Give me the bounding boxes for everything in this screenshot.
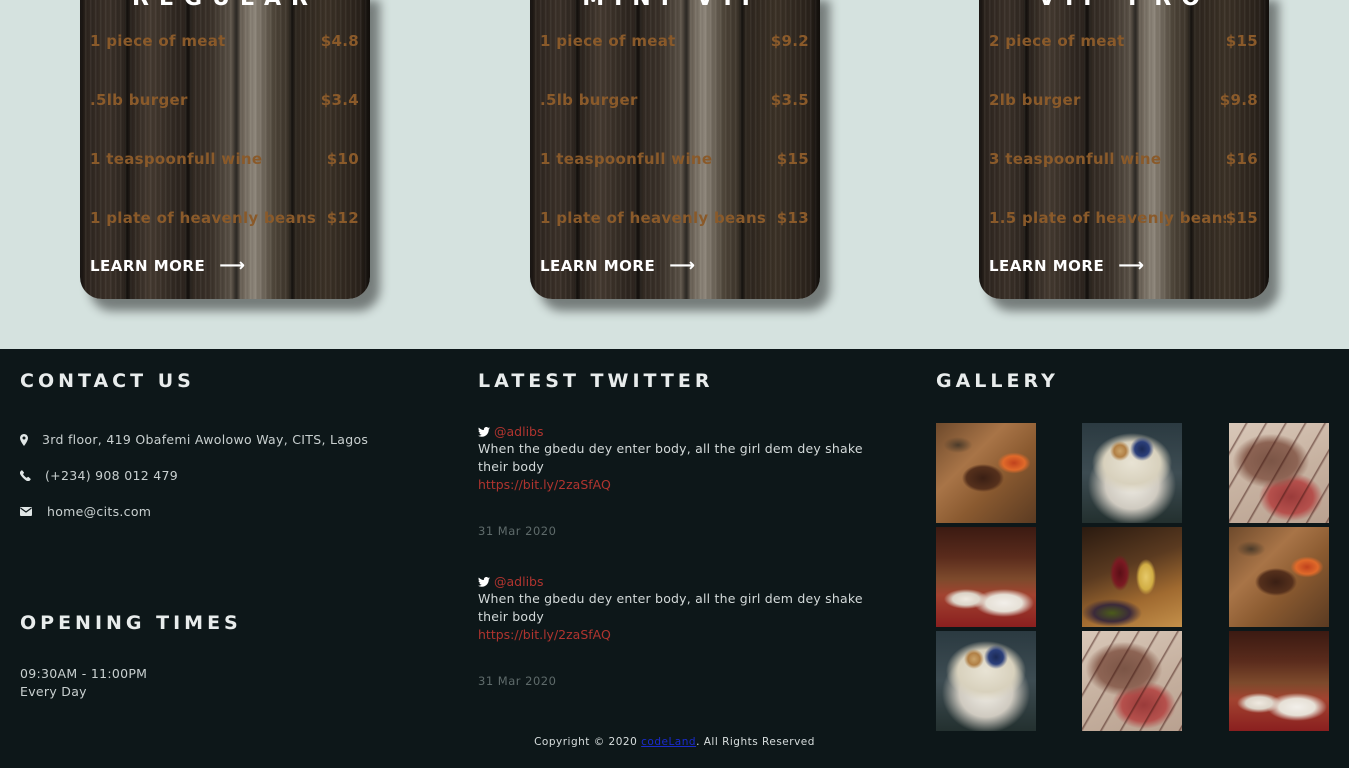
menu-item-price: $3.4 — [320, 91, 359, 109]
card-title: MINI-VIP — [530, 0, 820, 11]
menu-item-name: .5lb burger — [90, 91, 188, 109]
arrow-right-icon: ⟶ — [219, 255, 246, 276]
twitter-icon — [478, 422, 490, 441]
gallery-image-steak[interactable] — [936, 423, 1036, 523]
menu-item: 3 teaspoonfull wine $16 — [989, 148, 1258, 170]
tweet-header: @adlibs — [478, 422, 878, 440]
tweet-text: When the gbedu dey enter body, all the g… — [478, 591, 863, 624]
menu-item-price: $10 — [326, 150, 359, 168]
pricing-section: REGULAR 1 piece of meat $4.8 .5lb burger… — [0, 0, 1349, 349]
phone-text: (+234) 908 012 479 — [45, 468, 178, 483]
tweet-header: @adlibs — [478, 572, 878, 590]
copyright: Copyright © 2020 codeLand. All Rights Re… — [0, 736, 1349, 748]
menu-item-price: $9.2 — [770, 32, 809, 50]
menu-item-name: 1 teaspoonfull wine — [540, 150, 713, 168]
gallery-image-wine[interactable] — [1082, 527, 1182, 627]
menu-item: .5lb burger $3.5 — [540, 89, 809, 111]
email-text[interactable]: home@cits.com — [47, 504, 151, 519]
menu-item: 1 plate of heavenly beans $13 — [540, 207, 809, 229]
menu-item: 1 plate of heavenly beans $12 — [90, 207, 359, 229]
menu-item: 1 teaspoonfull wine $15 — [540, 148, 809, 170]
twitter-title: LATEST TWITTER — [478, 370, 714, 392]
tweet-text: When the gbedu dey enter body, all the g… — [478, 441, 863, 474]
menu-item: 1 piece of meat $9.2 — [540, 30, 809, 52]
tweet-item: @adlibs When the gbedu dey enter body, a… — [478, 422, 878, 538]
copyright-suffix: . All Rights Reserved — [696, 736, 815, 748]
arrow-right-icon: ⟶ — [1118, 255, 1145, 276]
gallery-image-sliced-beef[interactable] — [1082, 631, 1182, 731]
menu-item-name: 1 plate of heavenly beans — [90, 209, 317, 227]
menu-item-name: 3 teaspoonfull wine — [989, 150, 1162, 168]
contact-address: 3rd floor, 419 Obafemi Awolowo Way, CITS… — [20, 432, 368, 447]
gallery-image-restaurant[interactable] — [1229, 631, 1329, 731]
opening-times-title: OPENING TIMES — [20, 612, 242, 634]
menu-item: 2 piece of meat $15 — [989, 30, 1258, 52]
learn-more-label: LEARN MORE — [90, 257, 206, 275]
tweet-item: @adlibs When the gbedu dey enter body, a… — [478, 572, 878, 688]
pricing-card-mini-vip: MINI-VIP 1 piece of meat $9.2 .5lb burge… — [530, 0, 820, 299]
tweet-date: 31 Mar 2020 — [478, 674, 557, 688]
menu-item-price: $16 — [1225, 150, 1258, 168]
envelope-icon — [20, 507, 47, 516]
twitter-icon — [478, 572, 490, 591]
tweet-link[interactable]: https://bit.ly/2zaSfAQ — [478, 476, 878, 494]
gallery-image-steak[interactable] — [1229, 527, 1329, 627]
copyright-prefix: Copyright © 2020 — [534, 736, 638, 748]
brand-link[interactable]: codeLand — [641, 736, 696, 748]
hours-text: 09:30AM - 11:00PM — [20, 666, 148, 681]
menu-item-name: 1 teaspoonfull wine — [90, 150, 263, 168]
card-title: REGULAR — [80, 0, 370, 11]
gallery-image-bowl[interactable] — [1082, 423, 1182, 523]
menu-item: 1.5 plate of heavenly beans $15 — [989, 207, 1258, 229]
gallery-image-restaurant[interactable] — [936, 527, 1036, 627]
menu-item-price: $4.8 — [320, 32, 359, 50]
menu-item-price: $15 — [1225, 32, 1258, 50]
menu-item-price: $3.5 — [770, 91, 809, 109]
menu-item-price: $12 — [326, 209, 359, 227]
address-text: 3rd floor, 419 Obafemi Awolowo Way, CITS… — [42, 432, 369, 447]
menu-item-name: 1.5 plate of heavenly beans — [989, 209, 1226, 227]
menu-item-price: $15 — [776, 150, 809, 168]
tweet-handle[interactable]: @adlibs — [494, 424, 544, 439]
menu-item-name: 1 piece of meat — [540, 32, 676, 50]
menu-item-name: .5lb burger — [540, 91, 638, 109]
gallery-title: GALLERY — [936, 370, 1059, 392]
menu-item-price: $15 — [1225, 209, 1258, 227]
arrow-right-icon: ⟶ — [669, 255, 696, 276]
learn-more-button[interactable]: LEARN MORE ⟶ — [540, 255, 696, 276]
menu-item-name: 1 plate of heavenly beans — [540, 209, 767, 227]
opening-hours: 09:30AM - 11:00PM Every Day — [20, 665, 147, 701]
learn-more-button[interactable]: LEARN MORE ⟶ — [90, 255, 246, 276]
gallery-image-bowl[interactable] — [936, 631, 1036, 731]
card-title: VIP-PRO — [979, 0, 1269, 11]
pricing-card-vip-pro: VIP-PRO 2 piece of meat $15 2lb burger $… — [979, 0, 1269, 299]
contact-title: CONTACT US — [20, 370, 195, 392]
tweet-handle[interactable]: @adlibs — [494, 574, 544, 589]
learn-more-button[interactable]: LEARN MORE ⟶ — [989, 255, 1145, 276]
menu-item: 1 teaspoonfull wine $10 — [90, 148, 359, 170]
days-text: Every Day — [20, 684, 87, 699]
gallery-image-sliced-beef[interactable] — [1229, 423, 1329, 523]
menu-item-price: $9.8 — [1219, 91, 1258, 109]
menu-item-price: $13 — [776, 209, 809, 227]
contact-email: home@cits.com — [20, 504, 151, 519]
learn-more-label: LEARN MORE — [989, 257, 1105, 275]
menu-item: 1 piece of meat $4.8 — [90, 30, 359, 52]
menu-item-name: 2lb burger — [989, 91, 1081, 109]
map-marker-icon — [20, 433, 42, 446]
contact-phone: (+234) 908 012 479 — [20, 468, 178, 483]
menu-item-name: 2 piece of meat — [989, 32, 1125, 50]
menu-item: .5lb burger $3.4 — [90, 89, 359, 111]
menu-item: 2lb burger $9.8 — [989, 89, 1258, 111]
phone-icon — [20, 470, 45, 481]
tweet-date: 31 Mar 2020 — [478, 524, 557, 538]
menu-item-name: 1 piece of meat — [90, 32, 226, 50]
tweet-link[interactable]: https://bit.ly/2zaSfAQ — [478, 626, 878, 644]
learn-more-label: LEARN MORE — [540, 257, 656, 275]
pricing-card-regular: REGULAR 1 piece of meat $4.8 .5lb burger… — [80, 0, 370, 299]
